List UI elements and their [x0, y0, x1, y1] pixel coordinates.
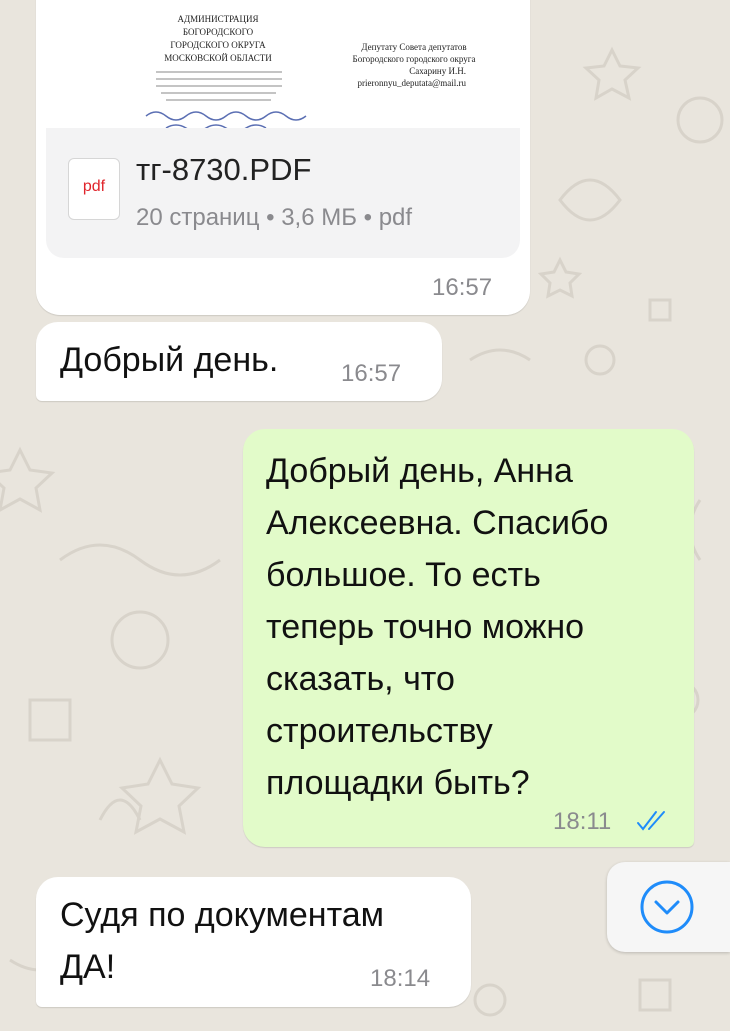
- letter-right-line: Богородского городского округа: [353, 54, 476, 64]
- message-text-line: Судя по документам: [60, 896, 385, 934]
- pdf-icon-label: pdf: [82, 178, 106, 195]
- document-preview[interactable]: АДМИНИСТРАЦИЯ БОГОРОДСКОГО ГОРОДСКОГО ОК…: [46, 0, 520, 128]
- chevron-down-icon: [640, 880, 694, 934]
- message-text-line: теперь точно можно: [266, 608, 585, 646]
- message-time: 16:57: [432, 274, 493, 301]
- file-attachment[interactable]: pdf тг-8730.PDF 20 страниц • 3,6 МБ • pd…: [46, 128, 520, 258]
- handwritten-ink: [145, 111, 307, 121]
- letter-right-line: prieronnyu_deputata@mail.ru: [357, 78, 466, 88]
- incoming-message-bubble[interactable]: Добрый день. 16:57: [36, 322, 442, 401]
- incoming-message-bubble[interactable]: Судя по документам ДА! 18:14: [36, 877, 471, 1007]
- message-text-line: большое. То есть: [266, 556, 541, 594]
- file-meta: 20 страниц • 3,6 МБ • pdf: [136, 204, 413, 231]
- letter-small-print: [156, 71, 282, 101]
- letter-left-line: МОСКОВСКОЙ ОБЛАСТИ: [164, 53, 272, 63]
- message-text-line: Алексеевна. Спасибо: [266, 504, 609, 542]
- letter-left-line: АДМИНИСТРАЦИЯ: [178, 14, 259, 24]
- message-text: Добрый день.: [60, 341, 279, 379]
- message-text-line: площадки быть?: [266, 764, 530, 802]
- document-message-bubble[interactable]: АДМИНИСТРАЦИЯ БОГОРОДСКОГО ГОРОДСКОГО ОК…: [36, 0, 530, 315]
- scroll-to-bottom-button[interactable]: [607, 862, 730, 952]
- message-text-line: строительству: [266, 712, 493, 750]
- message-text-line: ДА!: [60, 948, 116, 986]
- message-time: 16:57: [341, 360, 402, 387]
- letter-left-line: ГОРОДСКОГО ОКРУГА: [170, 40, 266, 50]
- letter-right-line: Сахарину И.Н.: [409, 66, 466, 76]
- pdf-file-icon: pdf: [68, 158, 120, 220]
- letter-left-line: БОГОРОДСКОГО: [183, 27, 254, 37]
- message-text-line: Добрый день, Анна: [266, 452, 573, 490]
- letter-right-line: Депутату Совета депутатов: [361, 42, 466, 52]
- letter-preview-image: АДМИНИСТРАЦИЯ БОГОРОДСКОГО ГОРОДСКОГО ОК…: [145, 14, 476, 128]
- message-time: 18:14: [370, 965, 431, 992]
- outgoing-message-bubble[interactable]: Добрый день, Анна Алексеевна. Спасибо бо…: [243, 429, 694, 847]
- message-time: 18:11: [553, 808, 612, 835]
- message-text-line: сказать, что: [266, 660, 455, 698]
- read-double-check-icon: [637, 811, 665, 831]
- file-name: тг-8730.PDF: [136, 152, 312, 187]
